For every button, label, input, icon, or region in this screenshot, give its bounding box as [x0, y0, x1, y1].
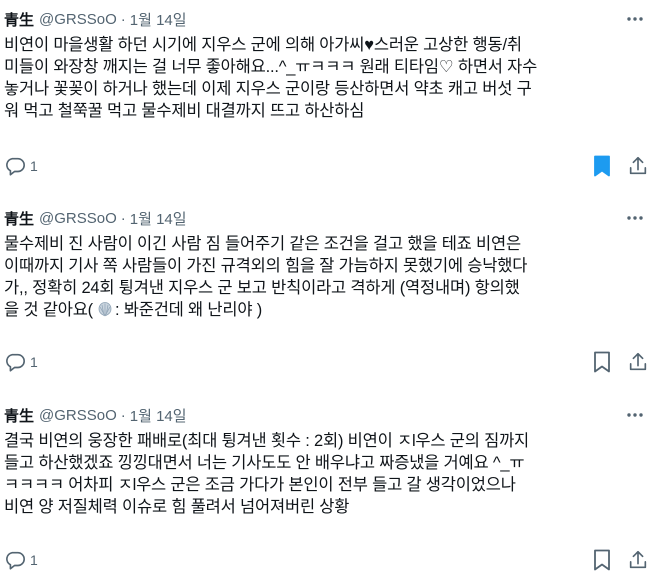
action-bar: 1 [4, 154, 647, 178]
bookmark-icon [592, 549, 612, 571]
share-button[interactable] [626, 350, 650, 374]
separator-dot: · [120, 10, 126, 28]
more-button[interactable] [624, 10, 646, 28]
bookmark-button[interactable] [590, 154, 614, 178]
post-text-fragment: : 봐준건데 왜 난리야 ) [114, 301, 263, 319]
share-icon [627, 351, 649, 373]
post: 青生 @GRSSoO · 1월 14일 비연이 마을생활 하던 시기에 지우스 … [0, 8, 660, 188]
post-text: 결국 비연의 웅장한 패배로(최대 튕겨낸 횟수 : 2회) 비연이 ㅈl우스 … [4, 430, 654, 518]
share-icon [627, 549, 649, 571]
speech-bubble-icon [4, 155, 26, 177]
post: 青生 @GRSSoO · 1월 14일 결국 비연의 웅장한 패배로(최대 튕겨… [0, 404, 660, 581]
action-bar: 1 [4, 548, 647, 572]
author-handle[interactable]: @GRSSoO [39, 407, 117, 424]
post-text-line: 들고 하산했겠죠 낑낑대면서 너는 기사도도 안 배우냐고 짜증냈을 거예요 ^… [4, 454, 525, 472]
separator-dot: · [120, 406, 126, 424]
author-handle[interactable]: @GRSSoO [39, 11, 117, 28]
post-header: 青生 @GRSSoO · 1월 14일 [4, 404, 187, 426]
more-icon [626, 10, 644, 28]
post: 青生 @GRSSoO · 1월 14일 물수제비 진 사람이 이긴 사람 짐 들… [0, 207, 660, 387]
author-name[interactable]: 青生 [4, 9, 34, 30]
speech-bubble-icon [4, 549, 26, 571]
post-text-line: 이때까지 기사 쪽 사람들이 가진 규격외의 힘을 잘 가늠하지 못했기에 승낙… [4, 257, 528, 275]
more-button[interactable] [624, 209, 646, 227]
bookmark-icon [592, 351, 612, 373]
post-text-line: 물수제비 진 사람이 이긴 사람 짐 들어주기 같은 조건을 걸고 했을 테죠 … [4, 235, 521, 253]
shell-emoji-icon [97, 301, 113, 317]
share-button[interactable] [626, 154, 650, 178]
reply-button[interactable]: 1 [4, 548, 38, 572]
share-icon [627, 155, 649, 177]
speech-bubble-icon [4, 351, 26, 373]
more-button[interactable] [624, 406, 646, 424]
bookmark-icon [592, 155, 612, 177]
share-button[interactable] [626, 548, 650, 572]
post-text: 물수제비 진 사람이 이긴 사람 짐 들어주기 같은 조건을 걸고 했을 테죠 … [4, 233, 654, 321]
post-header: 青生 @GRSSoO · 1월 14일 [4, 207, 187, 229]
post-text-line: 놓거나 꽃꽂이 하거나 했는데 이제 지우스 군이랑 등산하면서 약초 캐고 버… [4, 80, 532, 98]
post-text-line: 가,, 정확히 24회 튕겨낸 지우스 군 보고 반칙이라고 격하게 (역정내며… [4, 279, 520, 297]
more-icon [626, 209, 644, 227]
post-date[interactable]: 1월 14일 [130, 9, 187, 30]
post-date[interactable]: 1월 14일 [130, 405, 187, 426]
separator-dot: · [120, 209, 126, 227]
post-text: 비연이 마을생활 하던 시기에 지우스 군에 의해 아가씨♥스러운 고상한 행동… [4, 34, 654, 122]
post-text-line: ㅋㅋㅋㅋ 어차피 ㅈl우스 군은 조금 가다가 본인이 전부 들고 갈 생각이었… [4, 476, 516, 494]
post-text-line: 비연 양 저질체력 이슈로 힘 풀려서 넘어져버린 상황 [4, 498, 350, 516]
post-text-line: 워 먹고 철쭉꿀 먹고 물수제비 대결까지 뜨고 하산하심 [4, 102, 365, 120]
reply-count: 1 [30, 552, 38, 568]
reply-button[interactable]: 1 [4, 154, 38, 178]
reply-button[interactable]: 1 [4, 350, 38, 374]
post-text-line: 미들이 와장창 깨지는 걸 너무 좋아해요...^_ㅠㅋㅋㅋ 원래 티타임♡ 하… [4, 58, 538, 76]
post-text-line: 비연이 마을생활 하던 시기에 지우스 군에 의해 아가씨♥스러운 고상한 행동… [4, 36, 522, 54]
author-name[interactable]: 青生 [4, 208, 34, 229]
post-text-line: 을 것 같아요( : 봐준건데 왜 난리야 ) [4, 299, 654, 321]
author-handle[interactable]: @GRSSoO [39, 210, 117, 227]
bookmark-button[interactable] [590, 548, 614, 572]
reply-count: 1 [30, 354, 38, 370]
more-icon [626, 406, 644, 424]
author-name[interactable]: 青生 [4, 405, 34, 426]
action-bar: 1 [4, 350, 647, 374]
post-date[interactable]: 1월 14일 [130, 208, 187, 229]
bookmark-button[interactable] [590, 350, 614, 374]
post-text-line: 결국 비연의 웅장한 패배로(최대 튕겨낸 횟수 : 2회) 비연이 ㅈl우스 … [4, 432, 530, 450]
post-header: 青生 @GRSSoO · 1월 14일 [4, 8, 187, 30]
reply-count: 1 [30, 158, 38, 174]
post-text-fragment: 을 것 같아요( [4, 301, 93, 319]
